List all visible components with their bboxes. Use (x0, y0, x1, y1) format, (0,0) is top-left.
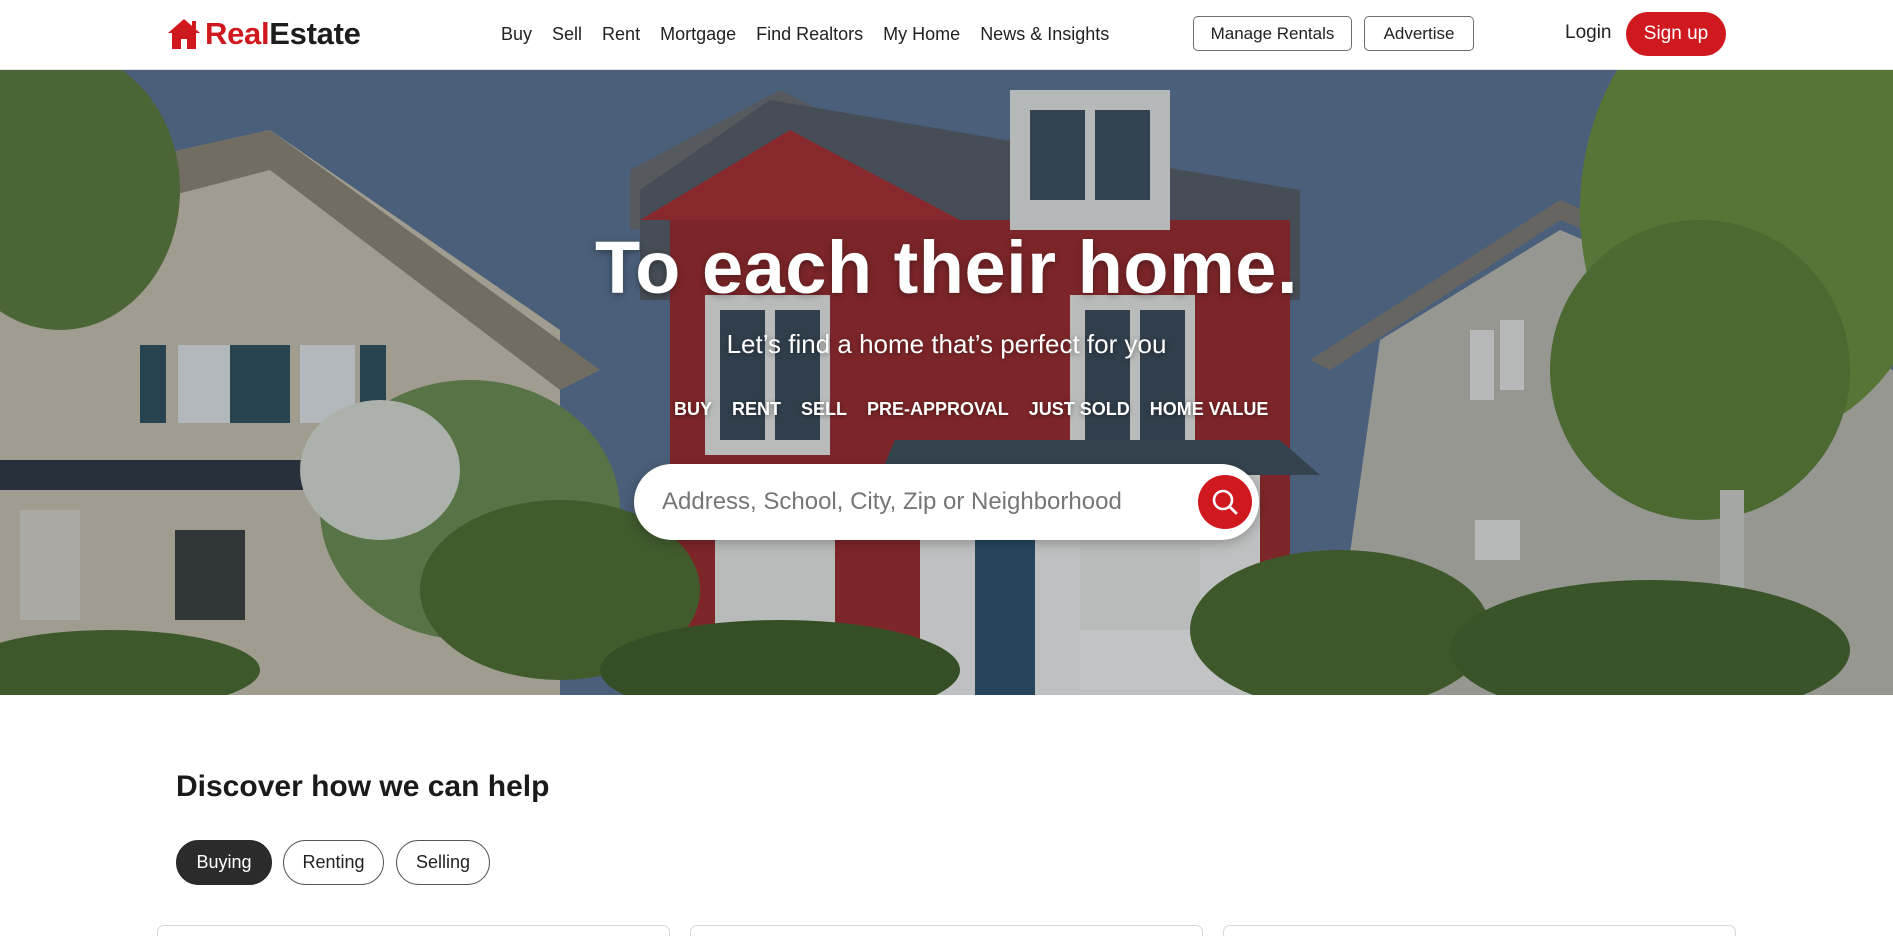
advertise-button[interactable]: Advertise (1364, 16, 1474, 51)
house-icon (168, 19, 200, 49)
logo-text-real: Real (205, 16, 270, 51)
nav-news-insights[interactable]: News & Insights (980, 24, 1109, 45)
nav-rent[interactable]: Rent (602, 24, 640, 45)
main-nav: Buy Sell Rent Mortgage Find Realtors My … (501, 0, 1129, 68)
tab-renting[interactable]: Renting (283, 840, 384, 885)
help-card[interactable] (1223, 925, 1736, 936)
hero-subtitle: Let’s find a home that’s perfect for you (726, 329, 1167, 359)
tab-just-sold[interactable]: JUST SOLD (1029, 399, 1130, 420)
search-icon (1212, 489, 1238, 515)
discover-title: Discover how we can help (176, 770, 550, 803)
login-link[interactable]: Login (1565, 22, 1612, 44)
search-button[interactable] (1198, 475, 1252, 529)
manage-rentals-button[interactable]: Manage Rentals (1193, 16, 1352, 51)
nav-buy[interactable]: Buy (501, 24, 532, 45)
logo[interactable]: RealEstate (166, 15, 361, 53)
signup-button[interactable]: Sign up (1626, 12, 1726, 56)
hero-title: To each their home. (594, 226, 1299, 309)
tab-buying[interactable]: Buying (176, 840, 272, 885)
tab-pre-approval[interactable]: PRE-APPROVAL (867, 399, 1009, 420)
hero-section: To each their home. Let’s find a home th… (0, 70, 1893, 695)
tab-selling[interactable]: Selling (396, 840, 490, 885)
tab-sell[interactable]: SELL (801, 399, 847, 420)
tab-buy[interactable]: BUY (674, 399, 712, 420)
hero-overlay (0, 70, 1893, 695)
tab-rent[interactable]: RENT (732, 399, 781, 420)
help-card[interactable] (690, 925, 1203, 936)
search-type-tabs: BUY RENT SELL PRE-APPROVAL JUST SOLD HOM… (674, 399, 1288, 420)
logo-text-estate: Estate (269, 16, 361, 51)
nav-sell[interactable]: Sell (552, 24, 582, 45)
search-bar (634, 464, 1259, 540)
tab-home-value[interactable]: HOME VALUE (1150, 399, 1269, 420)
nav-mortgage[interactable]: Mortgage (660, 24, 736, 45)
nav-my-home[interactable]: My Home (883, 24, 960, 45)
logo-text: RealEstate (205, 16, 361, 52)
nav-find-realtors[interactable]: Find Realtors (756, 24, 863, 45)
site-header: RealEstate Buy Sell Rent Mortgage Find R… (0, 0, 1893, 70)
help-card[interactable] (157, 925, 670, 936)
search-input[interactable] (662, 478, 1172, 526)
